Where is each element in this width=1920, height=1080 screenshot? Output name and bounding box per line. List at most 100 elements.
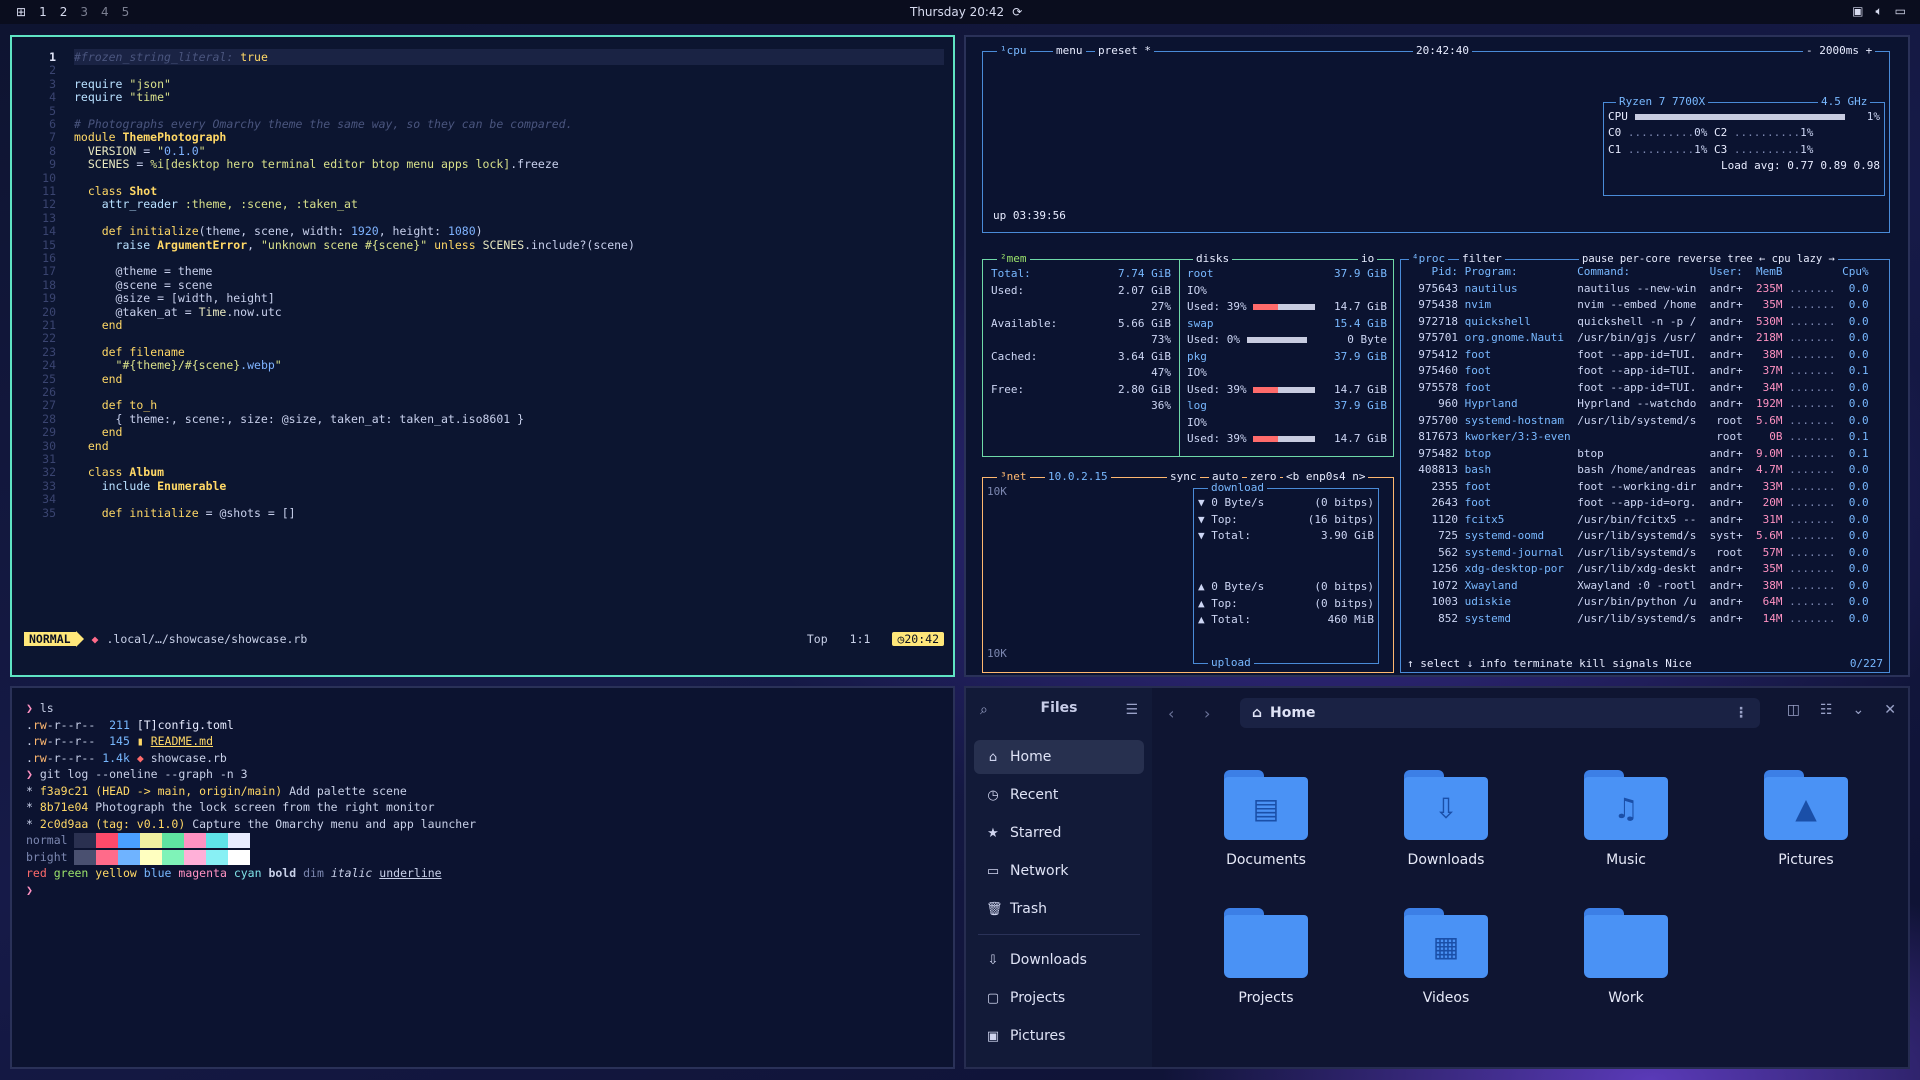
code-line[interactable]: attr_reader :theme, :scene, :taken_at: [74, 196, 358, 213]
sidebar-item-projects[interactable]: ▢ Projects: [974, 981, 1144, 1015]
net-stat: ▼ 0 Byte/s (0 bitps): [1198, 496, 1374, 509]
sidebar-item-pictures[interactable]: ▣ Pictures: [974, 1019, 1144, 1053]
process-row[interactable]: 2643 foot foot --app-id=org. andr+ 20M .…: [1405, 495, 1885, 512]
close-icon[interactable]: ✕: [1884, 702, 1896, 718]
path-bar[interactable]: ⌂ Home ⋮: [1240, 698, 1760, 728]
folder-label: Music: [1606, 852, 1646, 868]
process-row[interactable]: 1003 udiskie /usr/bin/python /u andr+ 64…: [1405, 594, 1885, 611]
sidebar-item-downloads[interactable]: ⇩ Downloads: [974, 943, 1144, 977]
display-icon[interactable]: ▣: [1852, 4, 1863, 19]
cursor-position: 1:1: [849, 632, 871, 646]
sidebar-item-home[interactable]: ⌂ Home: [974, 740, 1144, 774]
process-row[interactable]: 1120 fcitx5 /usr/bin/fcitx5 -- andr+ 31M…: [1405, 512, 1885, 529]
files-window[interactable]: ⌕ Files ☰ ⌂ Home ◷ Recent ★ Starred ▭ Network 🗑︎…: [964, 686, 1910, 1069]
process-row[interactable]: 960 Hyprland Hyprland --watchdo andr+ 19…: [1405, 396, 1885, 413]
process-row[interactable]: 975643 nautilus nautilus --new-win andr+…: [1405, 281, 1885, 298]
clock[interactable]: Thursday 20:42: [910, 5, 1004, 19]
path-menu-icon[interactable]: ⋮: [1734, 705, 1748, 721]
cpu-total-row: CPU 1%: [1608, 109, 1880, 126]
folder-label: Videos: [1422, 990, 1470, 1006]
sync-toggle[interactable]: sync: [1167, 469, 1200, 486]
folder-work[interactable]: Work: [1556, 908, 1696, 1028]
list-view-icon[interactable]: ☷: [1820, 702, 1833, 718]
code-line[interactable]: raise ArgumentError, "unknown scene #{sc…: [74, 237, 635, 254]
apps-icon[interactable]: ⊞: [16, 5, 26, 19]
clock-icon: ◷: [987, 787, 999, 803]
folder-icon: ▤: [1224, 770, 1308, 840]
folder-icon: [1584, 908, 1668, 978]
process-row[interactable]: 975482 btop btop andr+ 9.0M ....... 0.1: [1405, 446, 1885, 463]
workspaces: ⊞ 1 2 3 4 5: [16, 5, 129, 19]
process-row[interactable]: 975701 org.gnome.Nauti /usr/bin/gjs /usr…: [1405, 330, 1885, 347]
workspace-4[interactable]: 4: [101, 5, 109, 19]
code-line[interactable]: include Enumerable: [74, 478, 227, 495]
folder-videos[interactable]: ▦ Videos: [1376, 908, 1516, 1028]
workspace-3[interactable]: 3: [80, 5, 88, 19]
folder-downloads[interactable]: ⇩ Downloads: [1376, 770, 1516, 890]
process-row[interactable]: 2355 foot foot --working-dir andr+ 33M .…: [1405, 479, 1885, 496]
iface-selector[interactable]: <b enp0s4 n>: [1283, 469, 1369, 486]
process-row[interactable]: 562 systemd-journal /usr/lib/systemd/s r…: [1405, 545, 1885, 562]
update-icon[interactable]: ⟳: [1012, 5, 1022, 19]
sidebar-item-label: Network: [1010, 863, 1069, 879]
sidebar-item-starred[interactable]: ★ Starred: [974, 816, 1144, 850]
folder-music[interactable]: ♫ Music: [1556, 770, 1696, 890]
menu-button[interactable]: menu: [1053, 43, 1086, 60]
process-row[interactable]: 1256 xdg-desktop-por /usr/lib/xdg-deskt …: [1405, 561, 1885, 578]
workspace-2[interactable]: 2: [60, 5, 68, 19]
volume-icon[interactable]: 🔈︎: [1875, 4, 1882, 19]
net-stat: ▲ Total: 460 MiB: [1198, 613, 1374, 626]
process-row[interactable]: 1072 Xwayland Xwayland :0 -rootl andr+ 3…: [1405, 578, 1885, 595]
process-row[interactable]: 408813 bash bash /home/andreas andr+ 4.7…: [1405, 462, 1885, 479]
code-line[interactable]: require "time": [74, 89, 171, 106]
forward-icon[interactable]: ›: [1204, 704, 1210, 723]
chat-icon[interactable]: ▭: [1895, 4, 1906, 19]
process-row[interactable]: 725 systemd-oomd /usr/lib/systemd/s syst…: [1405, 528, 1885, 545]
process-row[interactable]: 975412 foot foot --app-id=TUI. andr+ 38M…: [1405, 347, 1885, 364]
process-table[interactable]: Pid: Program: Command: User: MemB Cpu% 9…: [1405, 264, 1885, 627]
process-row[interactable]: 852 systemd /usr/lib/systemd/s andr+ 14M…: [1405, 611, 1885, 628]
code-line[interactable]: #frozen_string_literal: true: [74, 49, 268, 66]
back-icon[interactable]: ‹: [1168, 704, 1174, 723]
code-line[interactable]: end: [74, 438, 109, 455]
net-stat: ▼ Top: (16 bitps): [1198, 512, 1374, 526]
process-row[interactable]: 975700 systemd-hostnam /usr/lib/systemd/…: [1405, 413, 1885, 430]
file-icon: ◆: [91, 632, 99, 646]
process-row[interactable]: 817673 kworker/3:3-even root 0B ....... …: [1405, 429, 1885, 446]
code-line[interactable]: end: [74, 371, 123, 388]
sidebar-item-recent[interactable]: ◷ Recent: [974, 778, 1144, 812]
proc-footer[interactable]: ↑ select ↓ info terminate kill signals N…: [1407, 656, 1692, 673]
code-line[interactable]: SCENES = %i[desktop hero terminal editor…: [74, 156, 559, 173]
terminal-window[interactable]: ❯ ls .rw-r--r-- 211 [T]config.toml .rw-r…: [10, 686, 955, 1069]
folder-projects[interactable]: Projects: [1196, 908, 1336, 1028]
download-icon: ⇩: [987, 952, 999, 968]
chevron-down-icon[interactable]: ⌄: [1853, 702, 1865, 718]
home-icon: ⌂: [988, 749, 998, 765]
mem-available: 5.66 GiB: [1118, 316, 1171, 330]
process-row[interactable]: 975460 foot foot --app-id=TUI. andr+ 37M…: [1405, 363, 1885, 380]
code-line[interactable]: { theme:, scene:, size: @size, taken_at:…: [74, 411, 525, 428]
preset-button[interactable]: preset *: [1095, 43, 1154, 60]
folder-documents[interactable]: ▤ Documents: [1196, 770, 1336, 890]
disk-list: root 37.9 GiB IO% Used: 39% 14.7 GiB swap 15.…: [1187, 266, 1387, 448]
code-line[interactable]: end: [74, 317, 123, 334]
terminal-output[interactable]: ❯ ls .rw-r--r-- 211 [T]config.toml .rw-r…: [26, 700, 476, 898]
mem-stats: Total: 7.74 GiB Used: 2.07 GiB 27% Availab…: [991, 266, 1171, 415]
workspace-1[interactable]: 1: [39, 5, 47, 19]
process-row[interactable]: 975578 foot foot --app-id=TUI. andr+ 34M…: [1405, 380, 1885, 397]
process-row[interactable]: 975438 nvim nvim --embed /home andr+ 35M…: [1405, 297, 1885, 314]
interval-control[interactable]: - 2000ms +: [1803, 43, 1876, 60]
path-label: Home: [1270, 705, 1316, 721]
cpu-title[interactable]: ¹cpu: [997, 43, 1030, 60]
process-row[interactable]: 972718 quickshell quickshell -n -p / and…: [1405, 314, 1885, 331]
menu-icon[interactable]: ☰: [1125, 702, 1138, 718]
workspace-5[interactable]: 5: [122, 5, 130, 19]
editor-window[interactable]: 1 #frozen_string_literal: true 2 3 require "…: [10, 35, 955, 677]
btop-window[interactable]: ¹cpu menu preset * 20:42:40 - 2000ms + R…: [964, 35, 1910, 677]
folder-pictures[interactable]: ▲ Pictures: [1736, 770, 1876, 890]
sidebar-item-trash[interactable]: 🗑︎ Trash: [974, 892, 1144, 926]
sidebar-item-network[interactable]: ▭ Network: [974, 854, 1144, 888]
code-line[interactable]: def initialize = @shots = []: [74, 505, 296, 522]
proc-header[interactable]: Pid: Program: Command: User: MemB Cpu%: [1405, 264, 1885, 281]
screenshot-icon[interactable]: ◫: [1787, 702, 1800, 718]
